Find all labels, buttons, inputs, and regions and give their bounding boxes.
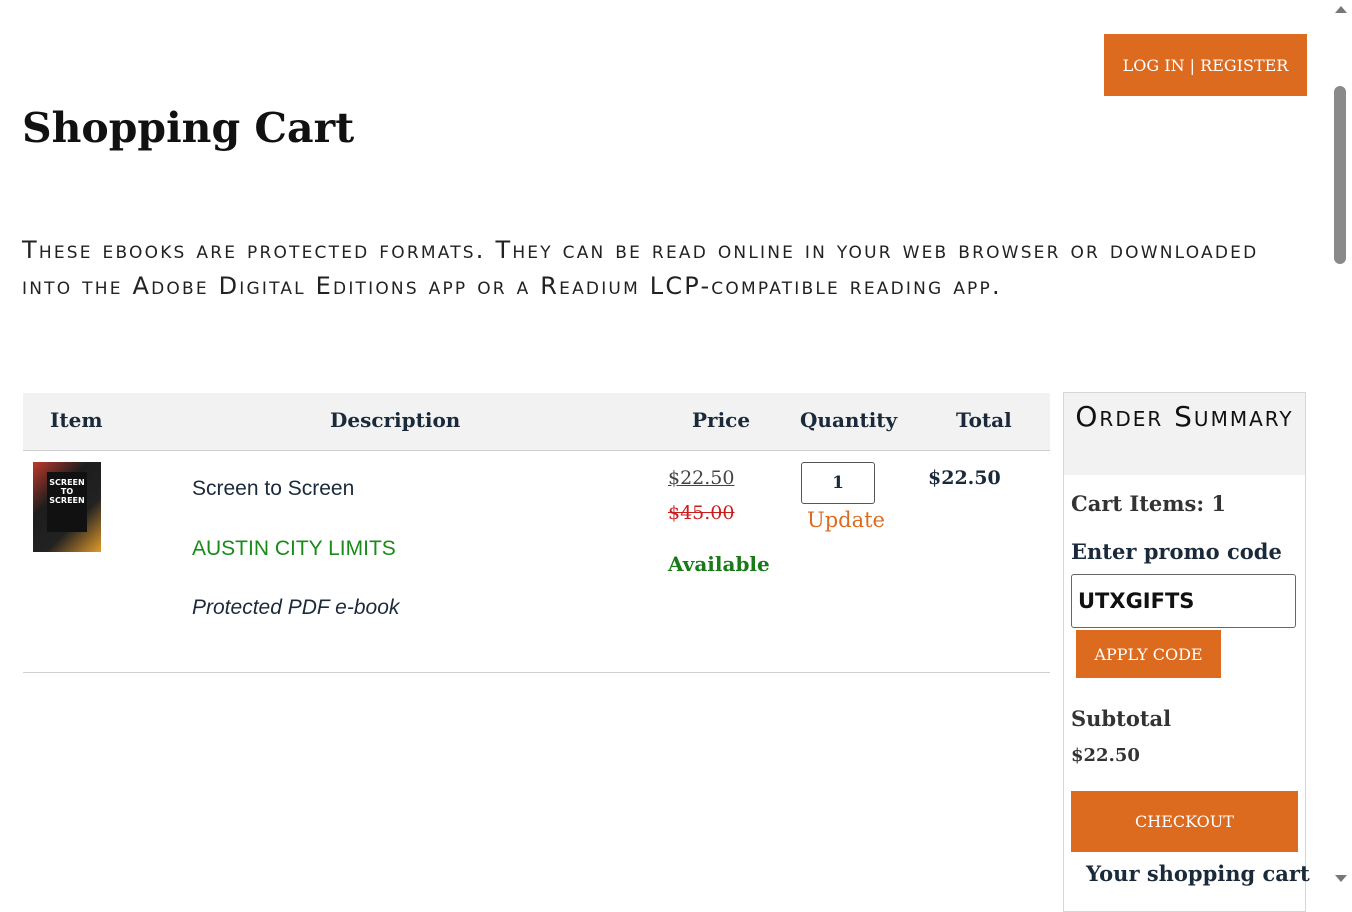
update-quantity-link[interactable]: Update xyxy=(807,508,885,532)
cart-items-count: Cart Items: 1 xyxy=(1071,491,1226,516)
scrollbar-thumb[interactable] xyxy=(1334,86,1346,264)
format-notice: These ebooks are protected formats. They… xyxy=(22,236,1259,300)
page-title: Shopping Cart xyxy=(22,104,355,152)
cart-table-header: Item Description Price Quantity Total xyxy=(23,393,1050,451)
order-summary-panel: Order Summary Cart Items: 1 Enter promo … xyxy=(1063,392,1310,912)
promo-code-label: Enter promo code xyxy=(1071,539,1282,564)
column-header-description: Description xyxy=(330,408,461,432)
scroll-down-arrow-icon[interactable] xyxy=(1335,875,1347,882)
item-list-price: $45.00 xyxy=(668,502,735,524)
promo-code-input[interactable] xyxy=(1071,574,1296,628)
scroll-up-arrow-icon[interactable] xyxy=(1335,6,1347,13)
quantity-input[interactable] xyxy=(801,462,875,504)
cart-table: Item Description Price Quantity Total SC… xyxy=(23,393,1050,673)
apply-code-button[interactable]: APPLY CODE xyxy=(1076,630,1221,678)
subtotal-value: $22.50 xyxy=(1071,745,1140,766)
book-cover-thumbnail[interactable]: SCREEN TO SCREEN xyxy=(33,462,101,552)
item-title[interactable]: Screen to Screen xyxy=(192,477,354,501)
column-header-quantity: Quantity xyxy=(800,408,898,432)
cart-note: Your shopping cart xyxy=(1086,861,1310,886)
column-header-total: Total xyxy=(956,408,1012,432)
item-sale-price: $22.50 xyxy=(668,467,735,489)
subtotal-label: Subtotal xyxy=(1071,706,1172,731)
order-summary-title: Order Summary xyxy=(1064,393,1305,475)
item-publisher: AUSTIN CITY LIMITS xyxy=(192,537,396,560)
cart-item-row: SCREEN TO SCREEN Screen to Screen AUSTIN… xyxy=(23,451,1050,673)
column-header-item: Item xyxy=(50,408,103,432)
item-format: Protected PDF e-book xyxy=(192,596,400,619)
vertical-scrollbar[interactable] xyxy=(1330,0,1352,890)
item-availability: Available xyxy=(668,552,770,576)
checkout-button[interactable]: CHECKOUT xyxy=(1071,791,1298,852)
login-register-button[interactable]: LOG IN | REGISTER xyxy=(1104,34,1307,96)
column-header-price: Price xyxy=(692,408,751,432)
item-total: $22.50 xyxy=(928,467,1001,489)
book-cover-text: SCREEN TO SCREEN xyxy=(47,472,87,532)
